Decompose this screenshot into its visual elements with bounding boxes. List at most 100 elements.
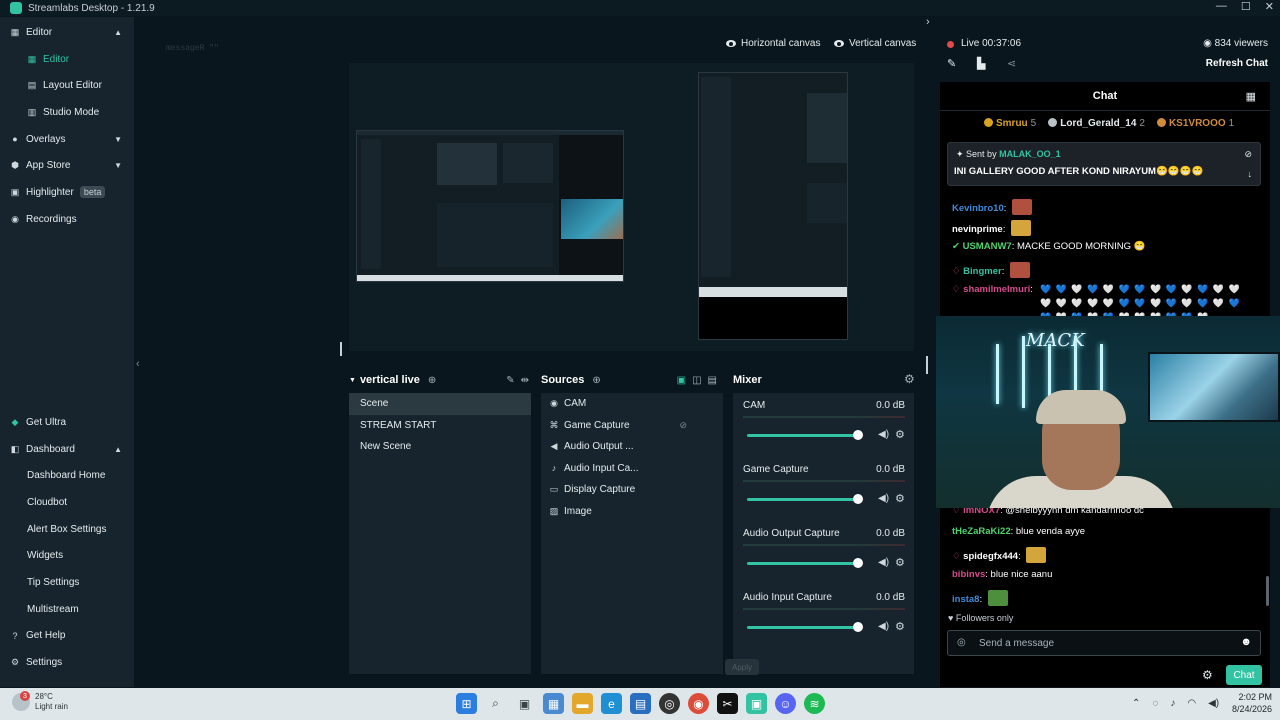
sidebar-item-app-store[interactable]: ⬢ App Store ▼	[0, 152, 134, 179]
edit-stream-info-icon[interactable]: ✎	[947, 57, 956, 70]
sidebar-item-recordings[interactable]: ◉ Recordings	[0, 206, 134, 233]
source-item[interactable]: ◀ Audio Output ...	[541, 436, 723, 458]
leaderboard-entry[interactable]: Lord_Gerald_14 2	[1048, 118, 1145, 129]
volume-slider[interactable]	[747, 434, 857, 437]
volume-icon[interactable]: ◀)	[1208, 698, 1219, 709]
stream-preview[interactable]	[349, 63, 914, 351]
obs-icon[interactable]: ◎	[659, 693, 680, 714]
source-item[interactable]: ▭ Display Capture	[541, 479, 723, 501]
share-icon[interactable]: ⋖	[1007, 57, 1016, 70]
gear-icon[interactable]: ⚙	[895, 492, 905, 505]
maximize-icon[interactable]: ☐	[1241, 0, 1251, 13]
leaderboard-entry[interactable]: Smruu 5	[984, 118, 1036, 129]
volume-slider[interactable]	[747, 626, 857, 629]
search-icon[interactable]: ⌕	[485, 693, 506, 714]
minimize-icon[interactable]: —	[1216, 0, 1227, 13]
panel-resize-handle[interactable]	[926, 356, 928, 374]
chat-mod-icon[interactable]: ▦	[1246, 90, 1256, 103]
sidebar-item-studio-mode[interactable]: ▥ Studio Mode	[0, 99, 134, 126]
source-item[interactable]: ▨ Image	[541, 501, 723, 523]
sidebar-item-multistream[interactable]: Multistream	[0, 596, 134, 623]
visibility-off-icon[interactable]: ⊘	[679, 420, 687, 431]
transition-icon[interactable]: ⇹	[521, 375, 529, 386]
windows-start-icon[interactable]: ⊞	[456, 693, 477, 714]
chat-scrollbar[interactable]	[1266, 576, 1269, 606]
discord-icon[interactable]: ☺	[775, 693, 796, 714]
weather-widget[interactable]: 3 28°C Light rain	[12, 691, 68, 712]
widgets-icon[interactable]: ▦	[543, 693, 564, 714]
send-chat-button[interactable]: Chat	[1226, 665, 1262, 685]
chat-input[interactable]: ◎ Send a message ☻	[947, 630, 1261, 656]
chat-username[interactable]: Bingmer	[963, 266, 1002, 277]
vertical-canvas-toggle[interactable]: Vertical canvas	[834, 38, 916, 49]
folder-icon[interactable]: ▤	[708, 375, 717, 386]
volume-slider-handle[interactable]	[853, 430, 863, 440]
source-item[interactable]: ◉ CAM	[541, 393, 723, 415]
source-item[interactable]: ♪ Audio Input Ca...	[541, 458, 723, 480]
pin-icon[interactable]: ✎	[506, 375, 514, 386]
add-scene-icon[interactable]: ⊕	[428, 375, 436, 386]
volume-slider-handle[interactable]	[853, 622, 863, 632]
sidebar-item-overlays[interactable]: ● Overlays ▼	[0, 126, 134, 153]
volume-slider[interactable]	[747, 498, 857, 501]
gear-icon[interactable]: ⚙	[895, 620, 905, 633]
arrow-down-icon[interactable]: ↓	[1248, 169, 1253, 179]
mixer-settings-gear-icon[interactable]: ⚙	[904, 372, 915, 386]
capcut-icon[interactable]: ✂	[717, 693, 738, 714]
chat-username[interactable]: bibinvs	[952, 569, 985, 580]
task-view-icon[interactable]: ▣	[514, 693, 535, 714]
collapse-right-panel-icon[interactable]: ›	[926, 16, 930, 28]
sidebar-item-dashboard[interactable]: ◧ Dashboard ▲	[0, 436, 134, 463]
scene-item[interactable]: Scene	[349, 393, 531, 415]
sidebar-item-highlighter[interactable]: ▣ Highlighter beta	[0, 179, 134, 206]
scene-item[interactable]: STREAM START	[349, 415, 531, 437]
sidebar-item-widgets[interactable]: Widgets	[0, 542, 134, 569]
sidebar-item-editor[interactable]: ▦ Editor	[0, 46, 134, 73]
chat-settings-gear-icon[interactable]: ⚙	[1202, 668, 1213, 682]
scene-collection-title[interactable]: vertical live	[360, 374, 420, 386]
chat-username[interactable]: Kevinbro10	[952, 203, 1004, 214]
volume-slider-handle[interactable]	[853, 558, 863, 568]
scene-item[interactable]: New Scene	[349, 436, 531, 458]
add-source-icon[interactable]: ⊕	[592, 375, 600, 386]
chat-username[interactable]: shamilmelmuri	[963, 284, 1030, 295]
collapse-sidebar-icon[interactable]: ‹	[136, 358, 140, 370]
volume-icon[interactable]: ◀)	[878, 621, 889, 632]
sidebar-item-get-help[interactable]: ? Get Help	[0, 623, 134, 650]
refresh-chat-button[interactable]: Refresh Chat	[1206, 58, 1268, 69]
chevron-down-icon[interactable]: ▼	[349, 377, 356, 384]
sidebar-item-editor-group[interactable]: ▦ Editor ▲	[0, 19, 134, 46]
clip-icon[interactable]: ▙	[977, 57, 985, 70]
selective-recording-icon[interactable]: ▣	[677, 375, 686, 386]
emoji-icon[interactable]: ☻	[1240, 636, 1252, 648]
volume-slider[interactable]	[747, 562, 857, 565]
file-explorer-icon[interactable]: ▬	[572, 693, 593, 714]
horizontal-canvas-toggle[interactable]: Horizontal canvas	[726, 38, 820, 49]
network-icon[interactable]: ◌	[1152, 698, 1158, 709]
microphone-icon[interactable]: ♪	[1170, 698, 1175, 709]
volume-icon[interactable]: ◀)	[878, 429, 889, 440]
volume-icon[interactable]: ◀)	[878, 493, 889, 504]
sidebar-item-layout-editor[interactable]: ▤ Layout Editor	[0, 72, 134, 99]
sidebar-item-cloudbot[interactable]: Cloudbot	[0, 489, 134, 516]
sidebar-item-settings[interactable]: ⚙ Settings	[0, 649, 134, 676]
hide-pin-icon[interactable]: ⊘	[1244, 149, 1252, 160]
edge-icon[interactable]: e	[601, 693, 622, 714]
chat-username[interactable]: nevinprime	[952, 224, 1003, 235]
store-icon[interactable]: ▤	[630, 693, 651, 714]
sidebar-item-alert-box-settings[interactable]: Alert Box Settings	[0, 516, 134, 543]
volume-icon[interactable]: ◀)	[878, 557, 889, 568]
streamlabs-icon[interactable]: ▣	[746, 693, 767, 714]
chrome-icon[interactable]: ◉	[688, 693, 709, 714]
chevron-up-icon[interactable]: ⌃	[1132, 698, 1140, 709]
sidebar-item-dashboard-home[interactable]: Dashboard Home	[0, 462, 134, 489]
chat-username[interactable]: insta8	[952, 594, 979, 605]
source-item[interactable]: ⌘ Game Capture ⊘	[541, 415, 723, 437]
channel-points-icon[interactable]: ◎	[957, 637, 966, 648]
close-icon[interactable]: ✕	[1265, 0, 1274, 13]
gear-icon[interactable]: ⚙	[895, 428, 905, 441]
taskbar-clock[interactable]: 2:02 PM 8/24/2026	[1222, 691, 1272, 715]
preview-resize-handle[interactable]	[340, 342, 342, 356]
volume-slider-handle[interactable]	[853, 494, 863, 504]
leaderboard-entry[interactable]: KS1VROOO 1	[1156, 118, 1234, 129]
